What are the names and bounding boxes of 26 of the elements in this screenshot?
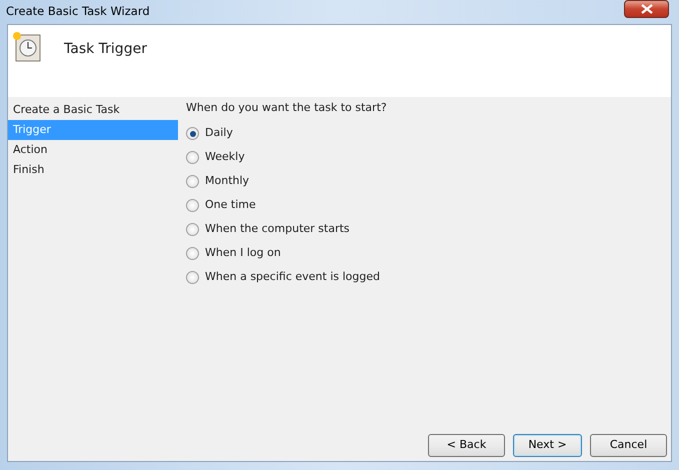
page-title: Task Trigger [64,40,147,59]
sidebar-item[interactable]: Finish [8,160,178,180]
sidebar-item[interactable]: Action [8,140,178,160]
radio-label[interactable]: Weekly [205,149,245,166]
radio-label[interactable]: When the computer starts [205,221,350,238]
radio-label[interactable]: Daily [205,125,233,142]
wizard-button[interactable]: Cancel [590,434,667,457]
clock-icon [12,31,42,63]
radio-button[interactable] [186,199,199,212]
wizard-button[interactable]: Next > [513,434,582,457]
radio-label[interactable]: One time [205,197,256,214]
radio-button[interactable] [186,271,199,284]
close-button[interactable] [624,0,669,18]
radio-button[interactable] [186,175,199,188]
radio-button[interactable] [186,247,199,260]
close-icon [640,4,654,14]
radio-label[interactable]: When I log on [205,245,281,262]
radio-button[interactable] [186,151,199,164]
wizard-button[interactable]: < Back [428,434,505,457]
radio-button[interactable] [186,127,199,140]
radio-label[interactable]: Monthly [205,173,250,190]
question-text: When do you want the task to start? [186,100,388,116]
sidebar-item[interactable]: Create a Basic Task [8,100,178,120]
window-title: Create Basic Task Wizard [6,3,150,20]
radio-button[interactable] [186,223,199,236]
radio-label[interactable]: When a specific event is logged [205,269,380,286]
